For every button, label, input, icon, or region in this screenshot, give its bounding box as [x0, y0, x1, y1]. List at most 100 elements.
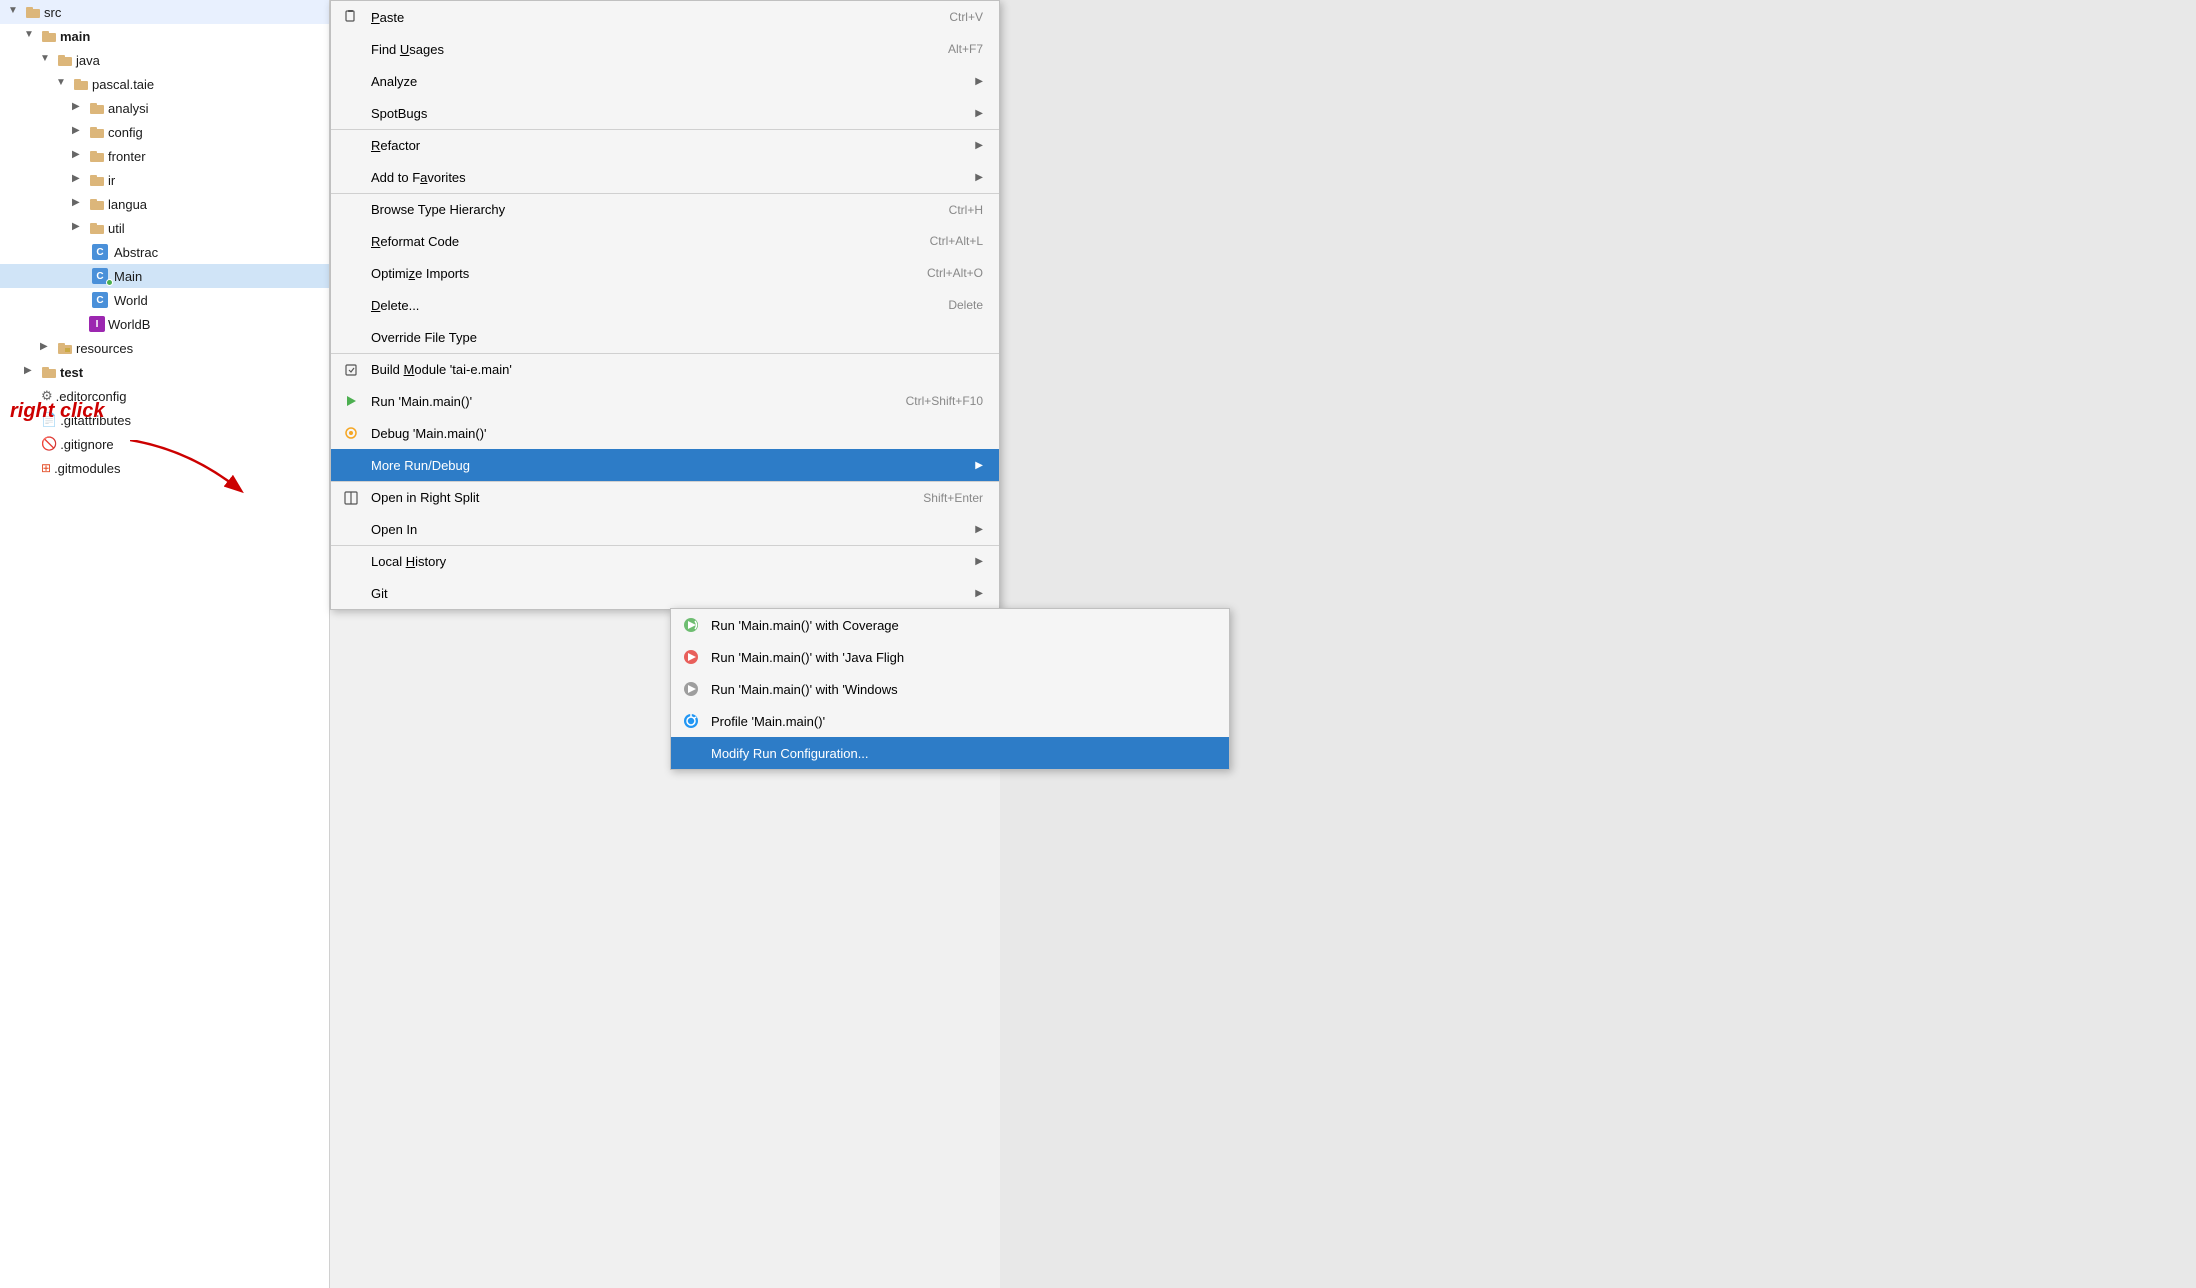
tree-item-ir[interactable]: ▶ ir [0, 168, 329, 192]
menu-item-find-usages[interactable]: Find Usages Alt+F7 [331, 33, 999, 65]
build-module-label: Build Module 'tai-e.main' [371, 362, 512, 377]
analyze-arrow: ▶ [975, 76, 983, 87]
tree-item-abstract-class[interactable]: ▶ C Abstrac [0, 240, 329, 264]
tree-label-util: util [108, 221, 125, 236]
tree-item-language[interactable]: ▶ langua [0, 192, 329, 216]
tree-item-java[interactable]: ▼ java [0, 48, 329, 72]
submenu-item-profile[interactable]: Profile 'Main.main()' [671, 705, 1229, 737]
submenu-item-modify-run-config[interactable]: Modify Run Configuration... [671, 737, 1229, 769]
tree-item-config[interactable]: ▶ config [0, 120, 329, 144]
local-history-arrow: ▶ [975, 556, 983, 567]
git-label: Git [371, 586, 388, 601]
menu-item-optimize-imports[interactable]: Optimize Imports Ctrl+Alt+O [331, 257, 999, 289]
menu-item-browse-hierarchy[interactable]: Browse Type Hierarchy Ctrl+H [331, 193, 999, 225]
folder-icon-main [41, 28, 57, 44]
folder-icon-analysis [89, 100, 105, 116]
delete-shortcut: Delete [948, 298, 983, 312]
debug-main-label: Debug 'Main.main()' [371, 426, 487, 441]
menu-item-git[interactable]: Git ▶ [331, 577, 999, 609]
find-usages-shortcut: Alt+F7 [948, 42, 983, 56]
chevron-src: ▼ [8, 5, 22, 19]
menu-item-open-in[interactable]: Open In ▶ [331, 513, 999, 545]
chevron-test: ▶ [24, 365, 38, 379]
tree-item-analysis[interactable]: ▶ analysi [0, 96, 329, 120]
more-run-debug-label: More Run/Debug [371, 458, 470, 473]
file-tree-panel: ▼ src ▼ main ▼ java ▼ pascal.taie ▶ ana [0, 0, 330, 1288]
chevron-ir: ▶ [72, 173, 86, 187]
class-c-icon-abstract: C [89, 244, 111, 260]
tree-item-pascal-taie[interactable]: ▼ pascal.taie [0, 72, 329, 96]
tree-item-test[interactable]: ▶ test [0, 360, 329, 384]
tree-label-abstract: Abstrac [114, 245, 158, 260]
chevron-analysis: ▶ [72, 101, 86, 115]
tree-item-main[interactable]: ▼ main [0, 24, 329, 48]
menu-item-local-history[interactable]: Local History ▶ [331, 545, 999, 577]
menu-item-open-right-split[interactable]: Open in Right Split Shift+Enter [331, 481, 999, 513]
tree-label-config: config [108, 125, 143, 140]
modify-run-config-label: Modify Run Configuration... [711, 746, 869, 761]
tree-item-world[interactable]: ▶ C World [0, 288, 329, 312]
submenu-item-run-java-flight[interactable]: Run 'Main.main()' with 'Java Fligh [671, 641, 1229, 673]
menu-item-debug-main[interactable]: Debug 'Main.main()' [331, 417, 999, 449]
menu-item-delete[interactable]: Delete... Delete [331, 289, 999, 321]
menu-item-paste[interactable]: Paste Ctrl+V [331, 1, 999, 33]
annotation-text: right click [10, 400, 104, 422]
folder-icon-ir [89, 172, 105, 188]
annotation-arrow [130, 440, 250, 503]
split-icon [343, 490, 359, 506]
menu-item-more-run-debug[interactable]: More Run/Debug ▶ [331, 449, 999, 481]
folder-icon-resources [57, 340, 73, 356]
run-main-shortcut: Ctrl+Shift+F10 [906, 394, 983, 408]
paste-icon [343, 9, 359, 25]
tree-item-main-class[interactable]: ▶ C Main [0, 264, 329, 288]
class-c-icon-main: C [89, 268, 111, 284]
paste-label: Paste [371, 10, 404, 25]
tree-item-worldb[interactable]: ▶ I WorldB [0, 312, 329, 336]
chevron-resources: ▶ [40, 341, 54, 355]
menu-item-override-file-type[interactable]: Override File Type [331, 321, 999, 353]
spotbugs-label: SpotBugs [371, 106, 427, 121]
tree-item-resources[interactable]: ▶ resources [0, 336, 329, 360]
tree-label-gitmodules: .gitmodules [54, 461, 120, 476]
submenu-item-run-windows[interactable]: Run 'Main.main()' with 'Windows [671, 673, 1229, 705]
reformat-shortcut: Ctrl+Alt+L [930, 234, 983, 248]
context-menu: Paste Ctrl+V Find Usages Alt+F7 Analyze … [330, 0, 1000, 610]
folder-icon-pascal [73, 76, 89, 92]
menu-item-run-main[interactable]: Run 'Main.main()' Ctrl+Shift+F10 [331, 385, 999, 417]
tree-label-ir: ir [108, 173, 115, 188]
tree-label-gitignore: .gitignore [60, 437, 113, 452]
folder-icon-config [89, 124, 105, 140]
chevron-pascal: ▼ [56, 77, 70, 91]
chevron-main: ▼ [24, 29, 38, 43]
submenu-item-run-coverage[interactable]: Run 'Main.main()' with Coverage [671, 609, 1229, 641]
paste-shortcut: Ctrl+V [949, 10, 983, 24]
right-click-annotation: right click [10, 400, 104, 423]
tree-label-pascal: pascal.taie [92, 77, 154, 92]
chevron-java: ▼ [40, 53, 54, 67]
tree-item-src[interactable]: ▼ src [0, 0, 329, 24]
tree-item-util[interactable]: ▶ util [0, 216, 329, 240]
folder-icon-frontend [89, 148, 105, 164]
java-flight-icon [681, 647, 701, 667]
open-right-split-shortcut: Shift+Enter [923, 491, 983, 505]
tree-label-java: java [76, 53, 100, 68]
refactor-label: Refactor [371, 138, 420, 153]
menu-item-build-module[interactable]: Build Module 'tai-e.main' [331, 353, 999, 385]
menu-item-spotbugs[interactable]: SpotBugs ▶ [331, 97, 999, 129]
local-history-label: Local History [371, 554, 446, 569]
menu-item-refactor[interactable]: Refactor ▶ [331, 129, 999, 161]
tree-label-test: test [60, 365, 83, 380]
menu-item-reformat-code[interactable]: Reformat Code Ctrl+Alt+L [331, 225, 999, 257]
folder-icon-src [25, 4, 41, 20]
menu-item-analyze[interactable]: Analyze ▶ [331, 65, 999, 97]
build-icon [343, 362, 359, 378]
tree-item-frontend[interactable]: ▶ fronter [0, 144, 329, 168]
chevron-config: ▶ [72, 125, 86, 139]
chevron-language: ▶ [72, 197, 86, 211]
menu-item-add-favorites[interactable]: Add to Favorites ▶ [331, 161, 999, 193]
tree-label-resources: resources [76, 341, 133, 356]
tree-label-analysis: analysi [108, 101, 148, 116]
override-label: Override File Type [371, 330, 477, 345]
git-icon-gitmodules: ⊞ [41, 461, 51, 475]
open-in-arrow: ▶ [975, 524, 983, 535]
